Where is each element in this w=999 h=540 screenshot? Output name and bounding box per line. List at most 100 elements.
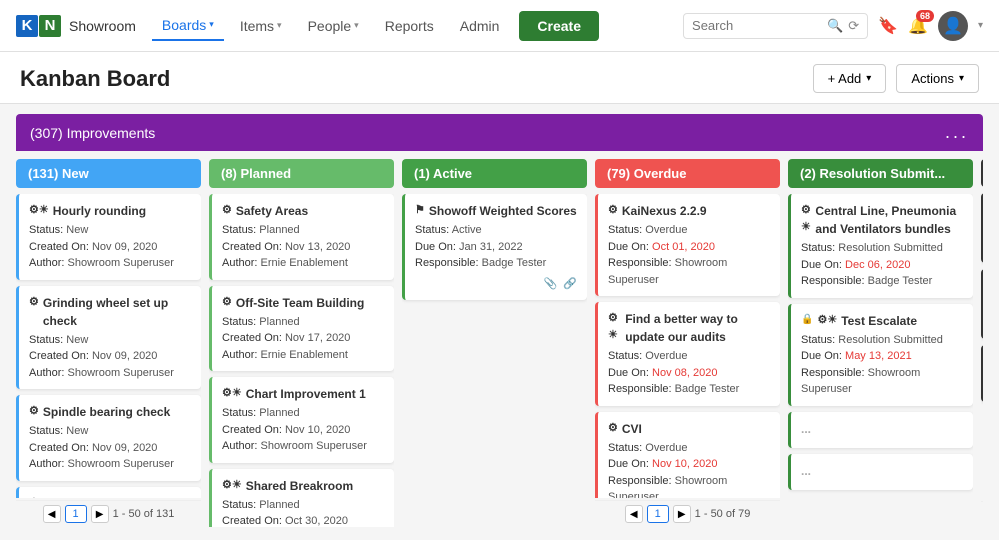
card-title: ⚙Grinding wheel set up check [29,294,191,330]
nav-boards[interactable]: Boards ▾ [152,11,224,41]
card-status: Status: New [29,423,191,440]
search-input[interactable] [692,18,822,33]
topnav: K N Showroom Boards ▾ Items ▾ People ▾ R… [0,0,999,52]
card-due: Due On: May 13, 2021 [801,348,963,365]
page-title: Kanban Board [20,66,813,92]
col-planned-header: (8) Planned [209,159,394,188]
create-button[interactable]: Create [519,11,599,41]
prev-btn[interactable]: ◀ [43,505,61,523]
card: ⚙KaiNexus 2.2.9 Status: Overdue Due On: … [595,194,780,296]
card-due: Due On: Oct 01, 2020 [608,239,770,256]
overdue-prev-btn[interactable]: ◀ [625,505,643,523]
notification-bell[interactable]: 🔔 68 [908,16,928,36]
card: ⚙ Sta... Co... Re... [981,193,983,263]
card-created: Created On: Nov 09, 2020 [29,348,191,365]
card-title: ... [801,462,963,480]
card: ⚙Grinding wheel set up check Status: New… [16,286,201,390]
header-btns: + Add ▾ Actions ▾ [813,64,979,93]
col-resolution-header: (2) Resolution Submit... [788,159,973,188]
card-title: ⚙Spindle bearing check [29,403,191,421]
card-responsible: Responsible: Showroom Superuser [608,473,770,499]
card-status: Status: Planned [222,497,384,514]
card: 🔒⚙☀Test Escalate Status: Resolution Subm… [788,304,973,406]
actions-button[interactable]: Actions ▾ [896,64,979,93]
card-title: ⚙☀Central Line, Pneumonia and Ventilator… [801,202,963,238]
nav-items[interactable]: Items ▾ [230,12,292,40]
card-title: ⚙☀Chart Improvement 1 [222,385,384,403]
actions-chevron: ▾ [959,73,964,84]
nav-admin[interactable]: Admin [450,12,510,40]
add-button[interactable]: + Add ▾ [813,64,887,93]
card-status: Status: Overdue [608,348,770,365]
group-label: (307) Improvements [30,125,155,141]
add-chevron: ▾ [866,73,871,84]
col-active-body: ⚑Showoff Weighted Scores Status: Active … [402,194,587,527]
col-new-header: (131) New [16,159,201,188]
card-title: ⚙Clamp and locator check [29,495,191,499]
card-title: ⚙Off-Site Team Building [222,294,384,312]
card-due: Due On: Jan 31, 2022 [415,239,577,256]
col-active-header: (1) Active [402,159,587,188]
avatar[interactable]: 👤 [938,11,968,41]
card: ... [788,454,973,490]
logo-k: K [16,15,38,37]
search-box[interactable]: 🔍 ⟳ [683,13,868,39]
card-created: Created On: Nov 13, 2020 [222,239,384,256]
card: ⚙CVI Status: Overdue Due On: Nov 10, 202… [595,412,780,499]
logo[interactable]: K N Showroom [16,15,136,37]
overdue-next-btn[interactable]: ▶ [673,505,691,523]
card-title: ⚙CVI [608,420,770,438]
col-new-body: ⚙☀Hourly rounding Status: New Created On… [16,194,201,498]
col-extra-scroll[interactable]: ◀ [981,501,983,527]
col-overdue-header: (79) Overdue [595,159,780,188]
avatar-chevron[interactable]: ▾ [978,20,983,31]
card: ⚙☀Chart Improvement 1 Status: Planned Cr… [209,377,394,463]
card-created: Created On: Nov 09, 2020 [29,239,191,256]
card-due: Due On: Dec 06, 2020 [801,257,963,274]
history-icon[interactable]: ⟳ [848,18,859,34]
card-due: Due On: Nov 08, 2020 [608,365,770,382]
group-dots[interactable]: ... [945,122,969,143]
search-icon: 🔍 [827,18,843,34]
card: ⚑Showoff Weighted Scores Status: Active … [402,194,587,300]
card-author: Author: Showroom Superuser [29,365,191,382]
card: ⚙Clamp and locator check Status: New Cre… [16,487,201,499]
card-status: Status: Resolution Submitted [801,332,963,349]
card-title: ⚙KaiNexus 2.2.9 [608,202,770,220]
col-overdue-body: ⚙KaiNexus 2.2.9 Status: Overdue Due On: … [595,194,780,498]
next-btn[interactable]: ▶ [91,505,109,523]
actions-label: Actions [911,71,954,86]
card: ⚙☀Find a better way to update our audits… [595,302,780,406]
nav-people[interactable]: People ▾ [298,12,369,40]
card-author: Author: Showroom Superuser [222,438,384,455]
card-status: Status: New [29,332,191,349]
link-icon: 🔗 [563,276,577,293]
card-status: Status: Overdue [608,440,770,457]
card-footer: 📎 🔗 [415,276,577,293]
card-created: Created On: Oct 30, 2020 [222,513,384,527]
page-num: 1 [65,505,87,523]
card: ... [788,412,973,448]
nav-reports[interactable]: Reports [375,12,444,40]
items-label: Items [240,18,274,34]
people-chevron: ▾ [354,20,359,31]
card-title: ⚑Showoff Weighted Scores [415,202,577,220]
col-active: (1) Active ⚑Showoff Weighted Scores Stat… [402,159,587,527]
boards-chevron: ▾ [209,19,214,30]
nav-right: 🔍 ⟳ 🔖 🔔 68 👤 ▾ [683,11,983,41]
bookmark-icon[interactable]: 🔖 [878,16,898,36]
card-title: 🔒⚙☀Test Escalate [801,312,963,330]
card-author: Author: Ernie Enablement [222,347,384,364]
card: ⚙☀Central Line, Pneumonia and Ventilator… [788,194,973,298]
card-title: ⚙Safety Areas [222,202,384,220]
card-responsible: Responsible: Badge Tester [801,273,963,290]
col-planned: (8) Planned ⚙Safety Areas Status: Planne… [209,159,394,527]
card-author: Author: Showroom Superuser [29,456,191,473]
card-created: Created On: Nov 10, 2020 [222,422,384,439]
card-status: Status: Active [415,222,577,239]
col-resolution-body: ⚙☀Central Line, Pneumonia and Ventilator… [788,194,973,527]
card: ⚙Spindle bearing check Status: New Creat… [16,395,201,481]
kanban-area: (307) Improvements ... (131) New ⚙☀Hourl… [0,104,999,536]
card: ⚙☀Hourly rounding Status: New Created On… [16,194,201,280]
columns-wrapper: (131) New ⚙☀Hourly rounding Status: New … [16,159,983,527]
